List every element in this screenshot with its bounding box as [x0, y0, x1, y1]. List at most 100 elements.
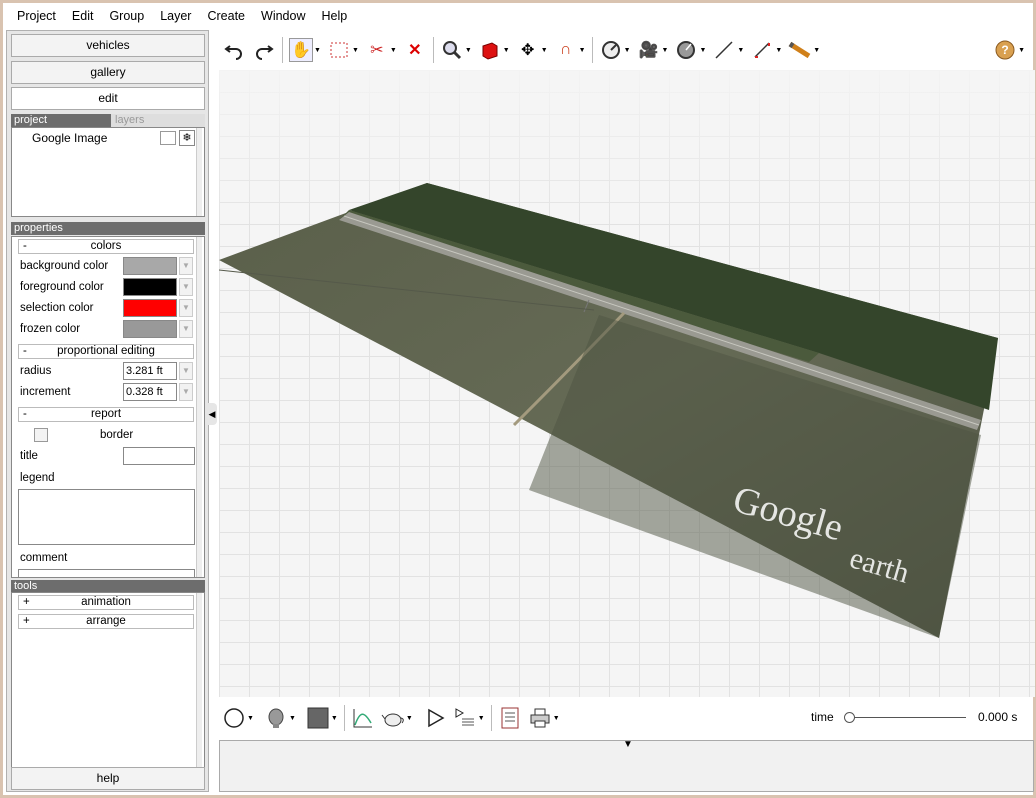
foreground-color-dropdown[interactable]: ▼: [179, 278, 193, 296]
tools-scrollbar[interactable]: [196, 593, 202, 769]
print-icon[interactable]: [528, 706, 552, 730]
circle-tool-icon[interactable]: [674, 38, 698, 62]
radius-dropdown[interactable]: ▼: [179, 362, 193, 380]
measure-dropdown-icon[interactable]: ▼: [624, 47, 631, 54]
legend-textarea[interactable]: [18, 489, 195, 545]
menu-window[interactable]: Window: [253, 9, 313, 23]
selection-color-dropdown[interactable]: ▼: [179, 299, 193, 317]
select-rect-icon[interactable]: [327, 38, 351, 62]
teapot-icon[interactable]: [381, 706, 405, 730]
magnet-icon[interactable]: ∩: [554, 38, 578, 62]
move-dropdown-icon[interactable]: ▼: [541, 47, 548, 54]
background-color-dropdown[interactable]: ▼: [179, 257, 193, 275]
gallery-button[interactable]: gallery: [11, 61, 205, 84]
measure-icon[interactable]: [599, 38, 623, 62]
comment-textarea[interactable]: [18, 569, 195, 577]
project-scrollbar[interactable]: [196, 128, 202, 216]
arrange-group-header[interactable]: + arrange: [18, 614, 194, 629]
shape-dropdown-icon[interactable]: ▼: [247, 715, 254, 722]
move-icon[interactable]: ✥: [516, 38, 540, 62]
line-dropdown-icon[interactable]: ▼: [737, 47, 744, 54]
scale-dropdown-icon[interactable]: ▼: [775, 47, 782, 54]
layer-visibility-checkbox[interactable]: [160, 131, 176, 145]
menu-help[interactable]: Help: [313, 9, 355, 23]
teapot-dropdown-icon[interactable]: ▼: [406, 715, 413, 722]
layer-freeze-icon[interactable]: ❄: [179, 130, 195, 146]
fill-dropdown-icon[interactable]: ▼: [331, 715, 338, 722]
proportional-editing-header[interactable]: - proportional editing: [18, 344, 194, 359]
main-toolbar: ✋ ▼ ▼ ✂ ▼ ✕ ▼ ▼ ✥ ▼ ∩ ▼ ▼ 🎥 ▼ ▼ ▼ ▼ ▼ ? …: [216, 30, 1033, 70]
help-button[interactable]: help: [11, 767, 205, 790]
3d-viewport[interactable]: Google earth: [219, 70, 1035, 697]
pencil-dropdown-icon[interactable]: ▼: [813, 47, 820, 54]
menu-group[interactable]: Group: [101, 9, 152, 23]
head-dropdown-icon[interactable]: ▼: [289, 715, 296, 722]
delete-icon[interactable]: ✕: [403, 38, 427, 62]
fill-color-icon[interactable]: [306, 706, 330, 730]
circle-dropdown-icon[interactable]: ▼: [699, 47, 706, 54]
cube-dropdown-icon[interactable]: ▼: [503, 47, 510, 54]
border-checkbox[interactable]: [34, 428, 48, 442]
select-dropdown-icon[interactable]: ▼: [352, 47, 359, 54]
camera-dropdown-icon[interactable]: ▼: [662, 47, 669, 54]
report-toggle[interactable]: -: [23, 408, 27, 421]
edit-button[interactable]: edit: [11, 87, 205, 110]
selection-color-swatch[interactable]: [123, 299, 177, 317]
frozen-color-swatch[interactable]: [123, 320, 177, 338]
properties-scrollbar[interactable]: [196, 237, 202, 577]
hand-pan-icon[interactable]: ✋: [289, 38, 313, 62]
menu-create[interactable]: Create: [199, 9, 253, 23]
scale-icon[interactable]: [750, 38, 774, 62]
proportional-toggle[interactable]: -: [23, 345, 27, 358]
play-icon[interactable]: [423, 706, 447, 730]
background-color-swatch[interactable]: [123, 257, 177, 275]
radius-field[interactable]: 3.281 ft: [123, 362, 177, 380]
app-window: Project Edit Group Layer Create Window H…: [3, 3, 1035, 795]
menu-project[interactable]: Project: [9, 9, 64, 23]
menu-edit[interactable]: Edit: [64, 9, 102, 23]
frozen-color-dropdown[interactable]: ▼: [179, 320, 193, 338]
zoom-icon[interactable]: [440, 38, 464, 62]
line-icon[interactable]: [712, 38, 736, 62]
zoom-dropdown-icon[interactable]: ▼: [465, 47, 472, 54]
help-dropdown-icon[interactable]: ▼: [1018, 47, 1025, 54]
circle-shape-icon[interactable]: [222, 706, 246, 730]
graph-icon[interactable]: [351, 706, 375, 730]
report-group-header[interactable]: - report: [18, 407, 194, 422]
increment-dropdown[interactable]: ▼: [179, 383, 193, 401]
arrange-toggle[interactable]: +: [23, 615, 30, 628]
foreground-color-swatch[interactable]: [123, 278, 177, 296]
tab-layers[interactable]: layers: [111, 114, 205, 127]
play-list-icon[interactable]: [453, 706, 477, 730]
increment-field[interactable]: 0.328 ft: [123, 383, 177, 401]
toolbar-separator: [490, 705, 492, 731]
play-list-dropdown-icon[interactable]: ▼: [478, 715, 485, 722]
time-slider-track[interactable]: [846, 717, 966, 718]
animation-group-header[interactable]: + animation: [18, 595, 194, 610]
head-icon[interactable]: [264, 706, 288, 730]
print-dropdown-icon[interactable]: ▼: [553, 715, 560, 722]
timeline-toggle-icon[interactable]: ▼: [623, 739, 633, 750]
menu-layer[interactable]: Layer: [152, 9, 199, 23]
help-icon[interactable]: ?: [993, 38, 1017, 62]
collapse-panel-arrow-icon[interactable]: ◀: [207, 403, 217, 425]
cut-dropdown-icon[interactable]: ▼: [390, 47, 397, 54]
colors-group-header[interactable]: - colors: [18, 239, 194, 254]
vehicles-button[interactable]: vehicles: [11, 34, 205, 57]
time-slider-thumb[interactable]: [844, 712, 855, 723]
magnet-dropdown-icon[interactable]: ▼: [579, 47, 586, 54]
animation-toggle[interactable]: +: [23, 596, 30, 609]
timeline-panel[interactable]: ▼: [219, 739, 1034, 792]
undo-icon[interactable]: [222, 38, 246, 62]
cut-icon[interactable]: ✂: [365, 38, 389, 62]
pan-dropdown-icon[interactable]: ▼: [314, 47, 321, 54]
pencil-icon[interactable]: [788, 38, 812, 62]
camera-icon[interactable]: 🎥: [637, 38, 661, 62]
report-icon[interactable]: [498, 706, 522, 730]
tab-project[interactable]: project: [11, 114, 111, 127]
cube-icon[interactable]: [478, 38, 502, 62]
redo-icon[interactable]: [252, 38, 276, 62]
title-input[interactable]: [123, 447, 195, 465]
colors-toggle[interactable]: -: [23, 240, 27, 253]
layer-row[interactable]: Google Image ❄: [14, 130, 195, 146]
